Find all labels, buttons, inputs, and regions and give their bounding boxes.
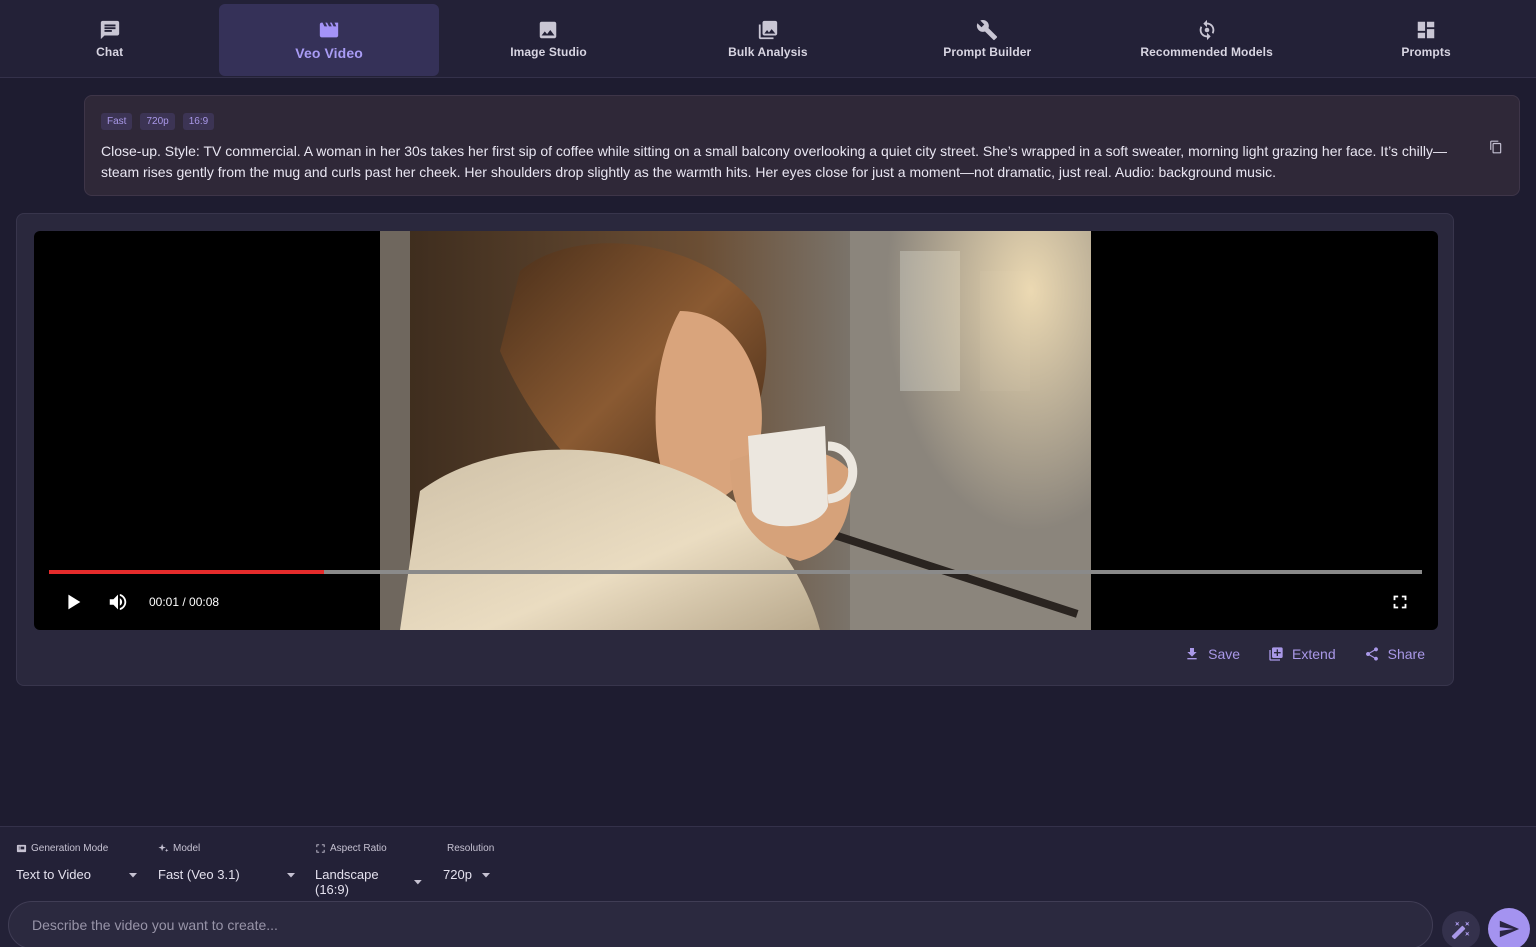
image-icon: [537, 19, 559, 41]
caret-down-icon: [287, 872, 295, 877]
generation-mode-value: Text to Video: [16, 867, 91, 882]
model-label: Model: [173, 842, 201, 854]
prompt-input-container: [8, 901, 1433, 947]
video-progress-fill: [49, 570, 324, 574]
video-player[interactable]: 00:01 / 00:08: [34, 231, 1438, 630]
extend-button[interactable]: Extend: [1268, 646, 1336, 662]
aspect-ratio-icon: [316, 843, 325, 853]
tab-image-studio[interactable]: Image Studio: [439, 0, 658, 78]
tab-prompts[interactable]: Prompts: [1316, 0, 1535, 78]
top-navigation: Chat Veo Video Image Studio Bulk Analysi…: [0, 0, 1536, 78]
play-icon[interactable]: [62, 591, 84, 613]
share-label: Share: [1387, 646, 1425, 662]
resolution-setting: Resolution 720p: [443, 841, 495, 883]
extend-label: Extend: [1292, 646, 1336, 662]
caret-down-icon: [482, 872, 490, 877]
sparkle-icon: [158, 843, 169, 852]
caret-down-icon: [129, 872, 137, 877]
model-select[interactable]: Fast (Veo 3.1): [158, 867, 296, 882]
resolution-header: Resolution: [443, 841, 495, 855]
save-button[interactable]: Save: [1184, 646, 1240, 662]
prompt-chips: Fast 720p 16:9: [101, 113, 1503, 130]
prompt-text: Close-up. Style: TV commercial. A woman …: [101, 143, 1447, 180]
generation-panel: Generation Mode Text to Video Model Fast…: [0, 826, 1536, 947]
model-setting: Model Fast (Veo 3.1): [158, 841, 296, 882]
tab-prompt-builder[interactable]: Prompt Builder: [878, 0, 1097, 78]
share-button[interactable]: Share: [1364, 646, 1425, 662]
send-icon: [1499, 920, 1520, 938]
generation-mode-setting: Generation Mode Text to Video: [16, 841, 138, 882]
tab-label: Image Studio: [510, 45, 587, 59]
save-label: Save: [1208, 646, 1241, 662]
model-header: Model: [158, 841, 296, 855]
movie-icon: [318, 19, 340, 41]
aspect-ratio-select[interactable]: Landscape (16:9): [315, 867, 423, 897]
generation-mode-header: Generation Mode: [16, 841, 138, 855]
aspect-ratio-value: Landscape (16:9): [315, 867, 379, 897]
tab-veo-video[interactable]: Veo Video: [219, 4, 439, 76]
tab-label: Prompt Builder: [943, 45, 1032, 59]
fullscreen-icon[interactable]: [1389, 591, 1411, 613]
wrench-icon: [976, 19, 998, 41]
tab-label: Veo Video: [295, 45, 363, 61]
resolution-value: 720p: [443, 867, 472, 882]
tab-label: Recommended Models: [1140, 45, 1273, 59]
magic-wand-icon: [1451, 921, 1470, 940]
prompt-input[interactable]: [32, 917, 1412, 933]
resolution-label: Resolution: [447, 842, 495, 854]
tab-recommended-models[interactable]: Recommended Models: [1097, 0, 1316, 78]
tab-label: Bulk Analysis: [728, 45, 808, 59]
dashboard-icon: [1415, 19, 1437, 41]
send-button[interactable]: [1488, 908, 1530, 947]
video-actions: Save Extend Share: [1184, 646, 1425, 662]
share-icon: [1365, 647, 1378, 661]
video-mode-icon: [16, 844, 27, 852]
video-card: 00:01 / 00:08 Save Extend Share: [16, 213, 1454, 686]
model-value: Fast (Veo 3.1): [158, 867, 240, 882]
enhance-prompt-button[interactable]: [1442, 911, 1480, 947]
resolution-chip: 720p: [140, 113, 175, 130]
aspect-ratio-setting: Aspect Ratio Landscape (16:9): [315, 841, 423, 897]
prompt-card: Fast 720p 16:9 Close-up. Style: TV comme…: [84, 95, 1520, 196]
tab-label: Prompts: [1401, 45, 1451, 59]
tab-label: Chat: [96, 45, 124, 59]
video-time: 00:01 / 00:08: [149, 595, 220, 609]
download-icon: [1187, 648, 1197, 660]
aspect-ratio-label: Aspect Ratio: [330, 842, 387, 854]
tab-chat[interactable]: Chat: [0, 0, 219, 78]
video-progress-bar[interactable]: [49, 570, 1422, 574]
generation-mode-select[interactable]: Text to Video: [16, 867, 138, 882]
tab-bulk-analysis[interactable]: Bulk Analysis: [658, 0, 877, 78]
caret-down-icon: [414, 880, 423, 885]
chat-icon: [99, 19, 121, 41]
volume-icon[interactable]: [106, 591, 130, 613]
model-icon: [1196, 19, 1218, 41]
aspect-chip: 16:9: [182, 113, 215, 130]
add-library-icon: [1269, 647, 1283, 661]
generation-mode-label: Generation Mode: [31, 842, 109, 854]
copy-icon[interactable]: [1489, 140, 1503, 154]
resolution-select[interactable]: 720p: [443, 867, 491, 882]
aspect-ratio-header: Aspect Ratio: [315, 841, 423, 855]
photo-library-icon: [757, 19, 779, 41]
speed-chip: Fast: [101, 113, 133, 130]
